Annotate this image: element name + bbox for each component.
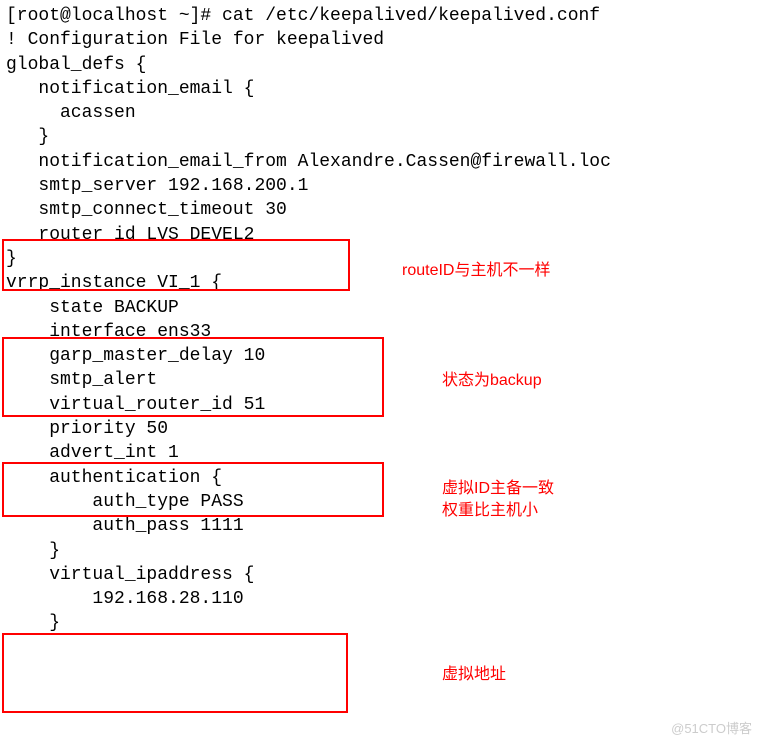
code-line: smtp_server 192.168.200.1 xyxy=(0,174,762,198)
highlight-box-virtual-router-id xyxy=(2,462,384,517)
code-line: notification_email_from Alexandre.Cassen… xyxy=(0,150,762,174)
annotation-virtual-address: 虚拟地址 xyxy=(442,664,506,686)
code-line: [root@localhost ~]# cat /etc/keepalived/… xyxy=(0,4,762,28)
highlight-box-vrrp-instance xyxy=(2,337,384,417)
annotation-priority: 权重比主机小 xyxy=(442,500,538,522)
annotation-virtual-id: 虚拟ID主备一致 xyxy=(442,478,554,500)
code-line: } xyxy=(0,125,762,149)
code-line: auth_pass 1111 xyxy=(0,514,762,538)
code-line: state BACKUP xyxy=(0,296,762,320)
highlight-box-router-id xyxy=(2,239,350,291)
code-line: priority 50 xyxy=(0,417,762,441)
code-line: acassen xyxy=(0,101,762,125)
highlight-box-virtual-ipaddress xyxy=(2,633,348,713)
code-line: } xyxy=(0,539,762,563)
annotation-state-backup: 状态为backup xyxy=(442,370,542,392)
code-line: global_defs { xyxy=(0,53,762,77)
code-line: virtual_ipaddress { xyxy=(0,563,762,587)
annotation-route-id: routeID与主机不一样 xyxy=(402,260,550,282)
code-line: ! Configuration File for keepalived xyxy=(0,28,762,52)
code-line: smtp_connect_timeout 30 xyxy=(0,198,762,222)
watermark-text: @51CTO博客 xyxy=(671,720,752,738)
code-line: 192.168.28.110 xyxy=(0,587,762,611)
code-line: notification_email { xyxy=(0,77,762,101)
